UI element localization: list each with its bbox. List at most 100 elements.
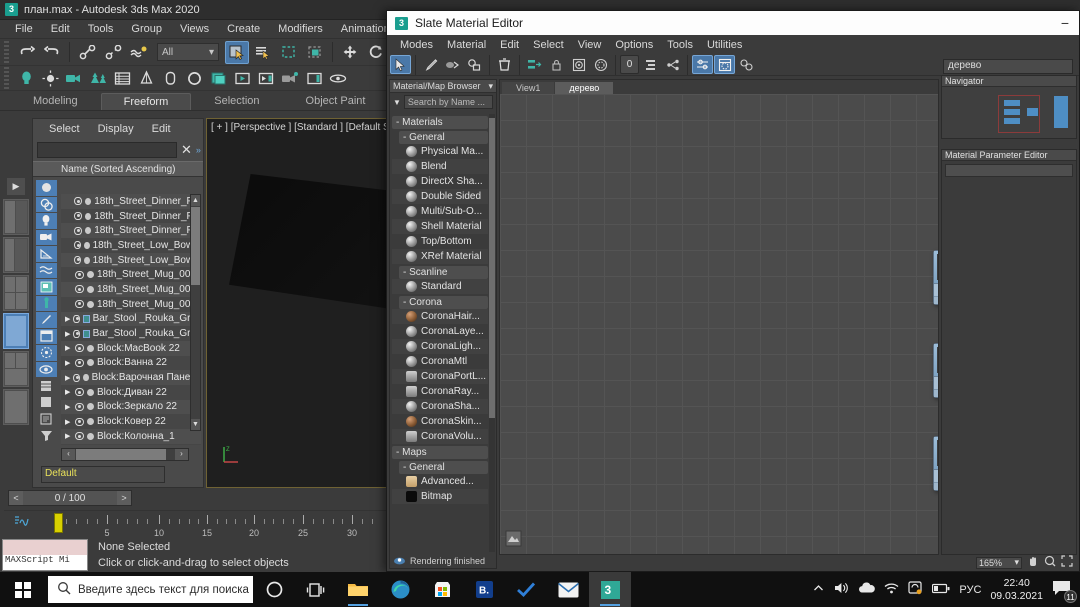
- camera-icon[interactable]: [64, 68, 84, 88]
- foliage-icon[interactable]: [88, 68, 108, 88]
- scrollbar-thumb[interactable]: [489, 118, 495, 418]
- slate-menu-view[interactable]: View: [571, 39, 609, 51]
- browser-tree[interactable]: - Materials - General Physical Ma... Ble…: [392, 114, 488, 552]
- panel-icon[interactable]: [35, 394, 57, 410]
- tab-derevo[interactable]: дерево: [555, 82, 614, 94]
- browser-item[interactable]: CoronaVolu...: [392, 429, 488, 444]
- layout-icon[interactable]: [640, 55, 661, 74]
- browser-item[interactable]: CoronaHair...: [392, 309, 488, 324]
- scene-explorer-search-input[interactable]: [37, 142, 177, 158]
- undo-icon[interactable]: [14, 41, 38, 64]
- zoom-level-dropdown[interactable]: 165% ▾: [976, 556, 1022, 569]
- list-item[interactable]: ▶ Block:MacBook 22: [61, 340, 201, 356]
- scroll-left-icon[interactable]: ‹: [62, 449, 75, 460]
- list-item[interactable]: 18th_Street_Dinner_Pla: [61, 194, 201, 209]
- ribbon-tab-freeform[interactable]: Freeform: [100, 93, 192, 110]
- browser-search-input[interactable]: Search by Name ...: [403, 95, 493, 109]
- parameter-field[interactable]: [945, 164, 1073, 177]
- list-item[interactable]: 18th_Street_Mug_002: [61, 282, 201, 297]
- viewport-geometry[interactable]: [229, 174, 409, 309]
- browser-subgroup-general[interactable]: - General: [399, 131, 488, 144]
- render-production-icon[interactable]: [256, 68, 276, 88]
- visibility-icon[interactable]: [73, 329, 80, 338]
- list-item[interactable]: 18th_Street_Low_Bowl_: [61, 252, 201, 268]
- node-resize-handle[interactable]: [934, 390, 938, 397]
- menu-create[interactable]: Create: [218, 23, 269, 35]
- list-item[interactable]: 18th_Street_Dinner_Pla: [61, 223, 201, 239]
- expand-arrow-icon[interactable]: ▶: [65, 344, 72, 352]
- layout-preset-6[interactable]: [3, 389, 29, 425]
- assign-material-to-selection-icon[interactable]: [442, 55, 463, 74]
- groups-filter-icon[interactable]: [35, 279, 57, 295]
- list-item[interactable]: 18th_Street_Low_Bowl_: [61, 238, 201, 253]
- filter-funnel-icon[interactable]: [35, 427, 57, 443]
- slate-menu-material[interactable]: Material: [440, 39, 493, 51]
- node-slot-row[interactable]: mr Connection +: [934, 284, 938, 297]
- browser-item[interactable]: CoronaSkin...: [392, 414, 488, 429]
- bones-filter-icon[interactable]: [35, 295, 57, 311]
- chevron-down-icon[interactable]: ▼: [393, 98, 401, 107]
- list-item[interactable]: ▶ Block:Ковер 22: [61, 414, 201, 429]
- window-crossing-toggle-icon[interactable]: [303, 41, 327, 64]
- scroll-right-icon[interactable]: ›: [175, 449, 188, 460]
- browser-item[interactable]: Advanced...: [392, 474, 488, 489]
- battery-icon[interactable]: [932, 583, 950, 597]
- select-and-move-icon[interactable]: [338, 41, 362, 64]
- visibility-icon[interactable]: [75, 285, 84, 294]
- ribbon-tab-object-paint[interactable]: Object Paint: [283, 92, 389, 110]
- wifi-icon[interactable]: [884, 582, 899, 598]
- visibility-icon[interactable]: [75, 417, 84, 426]
- node-graph-canvas[interactable]: Material #... Missing M... − mr Connecti…: [500, 94, 938, 554]
- selection-filter-dropdown[interactable]: All ▾: [157, 43, 219, 61]
- geometry-filter-icon[interactable]: [35, 180, 57, 196]
- menu-edit[interactable]: Edit: [42, 23, 79, 35]
- browser-group-materials[interactable]: - Materials: [392, 116, 488, 129]
- browser-item[interactable]: XRef Material: [392, 249, 488, 264]
- list-item[interactable]: ▶ Block:Ванна 22: [61, 355, 201, 371]
- layer-name-field[interactable]: Default: [41, 466, 165, 483]
- visibility-icon[interactable]: [73, 373, 81, 382]
- select-and-link-icon[interactable]: [75, 41, 99, 64]
- chevron-up-icon[interactable]: [812, 582, 825, 598]
- visibility-icon[interactable]: [74, 226, 83, 235]
- taskbar-search-box[interactable]: Введите здесь текст для поиска: [48, 576, 253, 603]
- edge-browser-icon[interactable]: [379, 572, 421, 607]
- pick-material-icon[interactable]: [420, 55, 441, 74]
- browser-item[interactable]: CoronaPortL...: [392, 369, 488, 384]
- menu-group[interactable]: Group: [122, 23, 171, 35]
- pan-hand-icon[interactable]: [1027, 555, 1039, 570]
- layout-preset-4-selected[interactable]: [3, 313, 29, 349]
- node-resize-handle[interactable]: [934, 483, 938, 490]
- sun-icon[interactable]: [40, 68, 60, 88]
- browser-item[interactable]: Physical Ma...: [392, 144, 488, 159]
- hscrollbar-thumb[interactable]: [76, 449, 166, 460]
- show-shaded-material-icon[interactable]: [464, 55, 485, 74]
- browser-item[interactable]: DirectX Sha...: [392, 174, 488, 189]
- se-menu-display[interactable]: Display: [90, 122, 142, 136]
- slate-menu-edit[interactable]: Edit: [493, 39, 526, 51]
- space-warps-filter-icon[interactable]: [35, 262, 57, 278]
- material-map-browser-icon[interactable]: [714, 55, 735, 74]
- material-node[interactable]: Material #... Missing M... − mr Connecti…: [933, 250, 938, 305]
- list-item[interactable]: ▶ Bar_Stool _Rouka_Grey: [61, 326, 201, 341]
- sphere-icon[interactable]: [184, 68, 204, 88]
- material-node[interactable]: Material #... Missing M... − mr Connecti…: [933, 343, 938, 398]
- list-item[interactable]: ▶Block:Колонна_2: [61, 443, 201, 445]
- render-frame-window-icon[interactable]: [232, 68, 252, 88]
- browser-subgroup-scanline[interactable]: - Scanline: [399, 266, 488, 279]
- layout-preset-3[interactable]: [3, 275, 29, 311]
- menu-modifiers[interactable]: Modifiers: [269, 23, 332, 35]
- browser-item[interactable]: CoronaMtl: [392, 354, 488, 369]
- browser-item[interactable]: CoronaLigh...: [392, 339, 488, 354]
- menu-tools[interactable]: Tools: [79, 23, 123, 35]
- browser-item[interactable]: CoronaLaye...: [392, 324, 488, 339]
- chevron-double-right-icon[interactable]: »: [196, 145, 201, 155]
- scrollbar-thumb[interactable]: [191, 207, 200, 285]
- cortana-icon[interactable]: [253, 572, 295, 607]
- visibility-icon[interactable]: [74, 212, 83, 221]
- layout-preset-2[interactable]: [3, 237, 29, 273]
- browser-item[interactable]: Double Sided: [392, 189, 488, 204]
- taskbar-clock[interactable]: 22:40 09.03.2021: [990, 577, 1043, 603]
- browser-item[interactable]: Standard: [392, 279, 488, 294]
- slate-menu-tools[interactable]: Tools: [660, 39, 700, 51]
